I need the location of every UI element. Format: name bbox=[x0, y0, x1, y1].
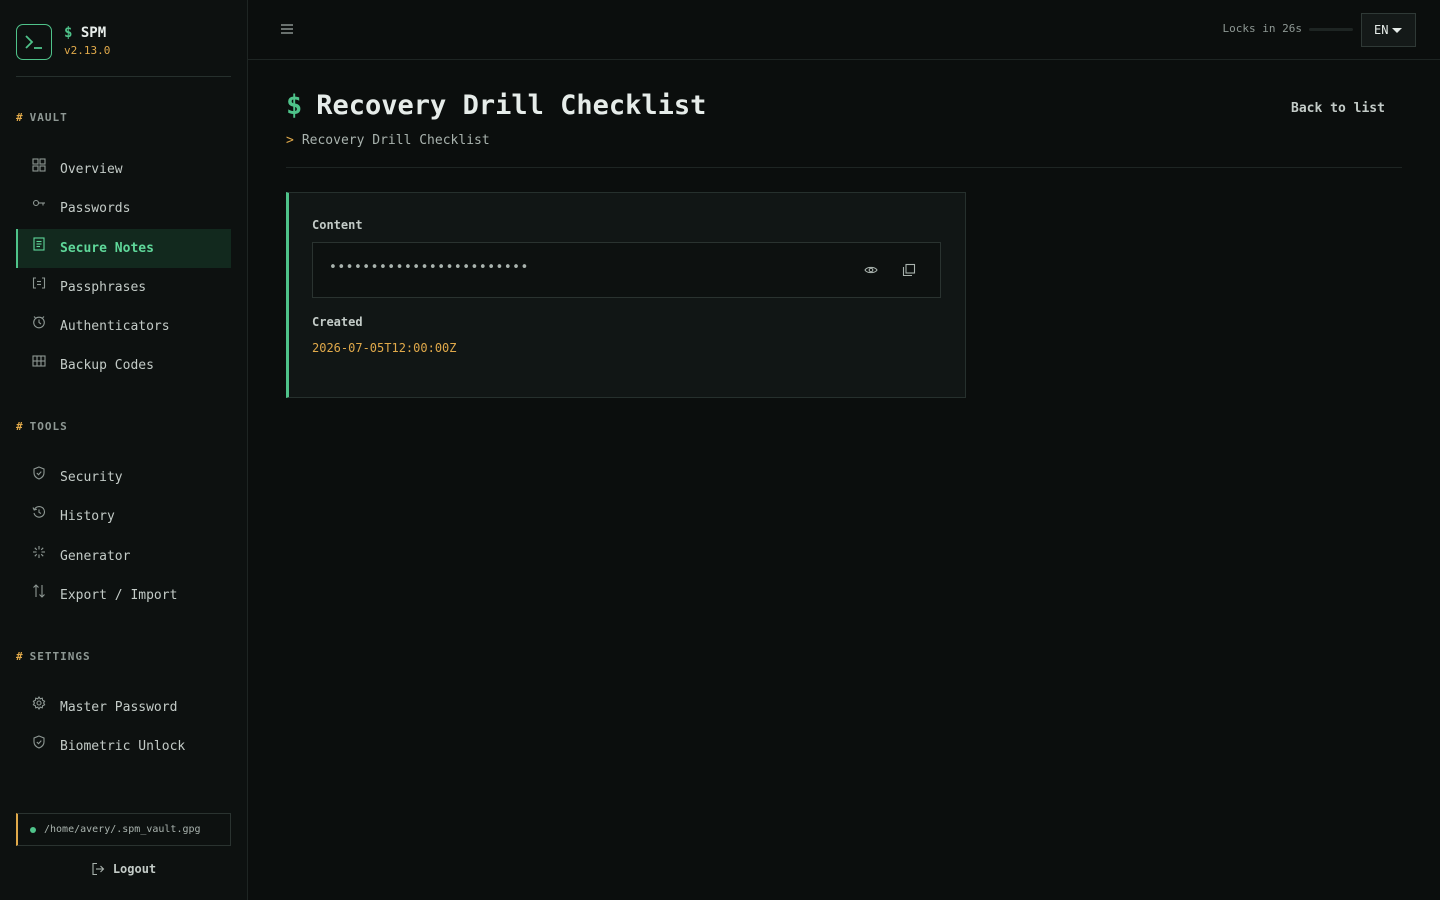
sidebar-item-label: Security bbox=[60, 470, 123, 485]
sidebar-item-label: Passphrases bbox=[60, 280, 147, 295]
sidebar-item-label: History bbox=[60, 509, 115, 524]
logout-button[interactable]: Logout bbox=[16, 855, 231, 883]
auto-lock-timer: Locks in 26s bbox=[1222, 22, 1302, 35]
note-detail-card: Content •••••••••••••••••••••••• Created… bbox=[286, 192, 966, 398]
hamburger-icon bbox=[281, 24, 293, 34]
created-timestamp: 2026-07-05T12:00:00Z bbox=[312, 341, 457, 355]
grid-icon bbox=[32, 158, 46, 172]
sidebar-item-label: Passwords bbox=[60, 201, 131, 216]
sidebar-item-label: Overview bbox=[60, 162, 123, 177]
sidebar-item-label: Export / Import bbox=[60, 588, 178, 603]
brand-title: SPM bbox=[80, 25, 107, 41]
app-version: v2.13.0 bbox=[64, 44, 111, 57]
logout-icon bbox=[92, 862, 105, 876]
terminal-logo-icon bbox=[16, 24, 52, 60]
sidebar-item-passwords[interactable]: Passwords bbox=[16, 189, 231, 228]
content-masked-value: •••••••••••••••••••••••• bbox=[329, 260, 529, 275]
status-dot-icon bbox=[30, 826, 36, 833]
divider bbox=[286, 167, 1402, 168]
menu-toggle-button[interactable] bbox=[280, 22, 294, 36]
section-title-settings: # SETTINGS bbox=[16, 650, 91, 663]
sidebar-item-label: Backup Codes bbox=[60, 358, 154, 373]
sidebar-item-master-password[interactable]: Master Password bbox=[16, 688, 231, 727]
brand-prefix: $ bbox=[64, 25, 73, 41]
sidebar-item-label: Secure Notes bbox=[60, 241, 154, 256]
section-title-tools: # TOOLS bbox=[16, 420, 68, 433]
sidebar-item-security[interactable]: Security bbox=[16, 458, 231, 497]
sidebar-item-label: Biometric Unlock bbox=[60, 739, 186, 754]
sidebar-item-overview[interactable]: Overview bbox=[16, 150, 231, 189]
sidebar-item-backup-codes[interactable]: Backup Codes bbox=[16, 346, 231, 385]
sidebar-item-label: Master Password bbox=[60, 700, 178, 715]
title-prefix: $ bbox=[286, 90, 303, 121]
clock-icon bbox=[32, 315, 46, 329]
breadcrumb: > Recovery Drill Checklist bbox=[286, 133, 490, 148]
auto-lock-progress bbox=[1309, 28, 1353, 31]
table-icon bbox=[32, 354, 46, 368]
back-to-list-button[interactable]: Back to list bbox=[1291, 101, 1385, 116]
sidebar-item-label: Authenticators bbox=[60, 319, 170, 334]
sparkle-icon bbox=[32, 545, 46, 559]
sidebar: $ SPM v2.13.0 #VAULT Overview Passwords bbox=[0, 0, 248, 900]
vault-path-text: /home/avery/.spm_vault.gpg bbox=[44, 824, 201, 835]
vault-path: /home/avery/.spm_vault.gpg bbox=[16, 813, 231, 846]
eye-icon bbox=[864, 266, 878, 274]
note-icon bbox=[32, 237, 46, 251]
brand-name: $ SPM bbox=[64, 25, 106, 41]
sidebar-item-history[interactable]: History bbox=[16, 497, 231, 536]
sidebar-item-authenticators[interactable]: Authenticators bbox=[16, 307, 231, 346]
breadcrumb-prefix: > bbox=[286, 133, 294, 148]
content-label: Content bbox=[312, 218, 363, 232]
topbar: Locks in 26s EN bbox=[248, 0, 1440, 60]
gear-icon bbox=[32, 696, 46, 710]
breadcrumb-current: Recovery Drill Checklist bbox=[301, 133, 490, 148]
caret-down-icon bbox=[1392, 28, 1402, 33]
sidebar-item-secure-notes[interactable]: Secure Notes bbox=[16, 229, 231, 268]
page-title: $ Recovery Drill Checklist bbox=[286, 90, 706, 121]
brand: $ SPM v2.13.0 bbox=[16, 24, 231, 77]
arrows-icon bbox=[32, 584, 46, 598]
sidebar-item-generator[interactable]: Generator bbox=[16, 537, 231, 576]
sidebar-item-export-import[interactable]: Export / Import bbox=[16, 576, 231, 615]
shield-icon bbox=[32, 466, 46, 480]
sidebar-item-label: Generator bbox=[60, 549, 131, 564]
copy-icon bbox=[902, 263, 916, 277]
sidebar-item-biometric-unlock[interactable]: Biometric Unlock bbox=[16, 727, 231, 766]
language-value: EN bbox=[1374, 23, 1389, 37]
shield-icon bbox=[32, 735, 46, 749]
sidebar-item-passphrases[interactable]: Passphrases bbox=[16, 268, 231, 307]
language-select[interactable]: EN bbox=[1361, 13, 1416, 47]
section-title-vault: # VAULT bbox=[16, 111, 68, 124]
copy-button[interactable] bbox=[900, 261, 918, 279]
bracket-icon bbox=[32, 276, 46, 290]
logout-label: Logout bbox=[112, 862, 157, 876]
key-icon bbox=[32, 197, 46, 211]
created-label: Created bbox=[312, 315, 363, 329]
page-title-text: Recovery Drill Checklist bbox=[316, 90, 707, 121]
reveal-button[interactable] bbox=[862, 261, 880, 279]
content-field: •••••••••••••••••••••••• bbox=[312, 242, 941, 298]
history-icon bbox=[32, 505, 46, 519]
